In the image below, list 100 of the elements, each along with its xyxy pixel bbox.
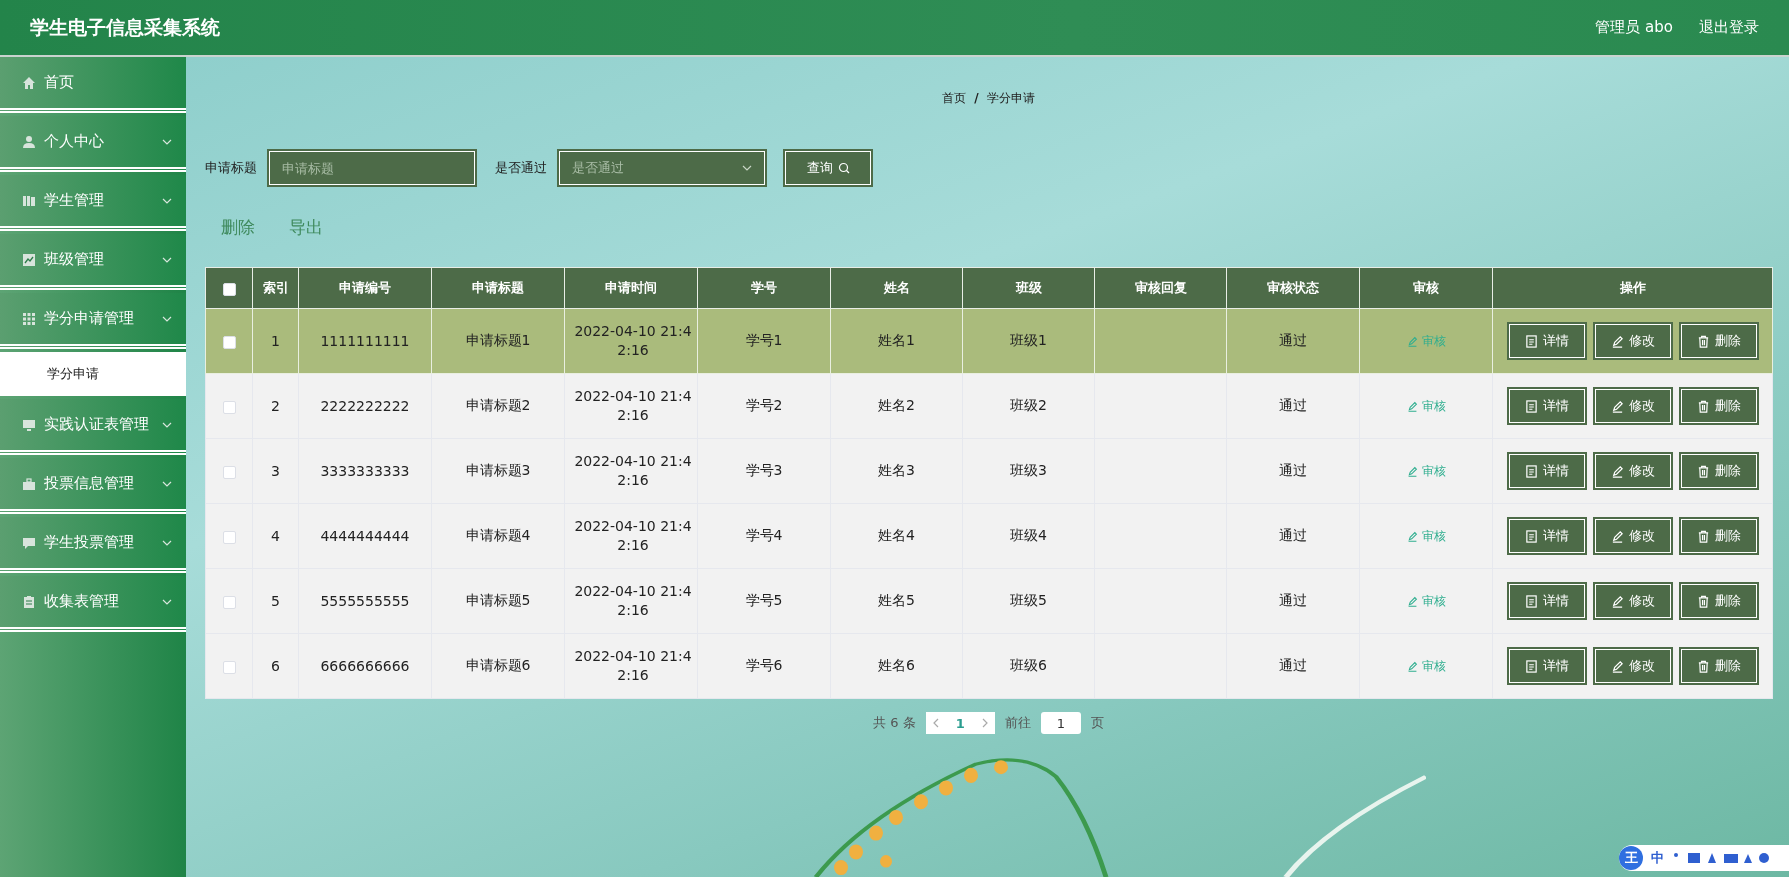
search-button[interactable]: 查询 bbox=[785, 151, 871, 185]
document-icon bbox=[1524, 464, 1538, 478]
row-action-button[interactable]: 修改 bbox=[1594, 584, 1671, 618]
column-header: 操作 bbox=[1492, 267, 1773, 309]
column-header: 申请编号 bbox=[298, 267, 432, 309]
row-action-button[interactable]: 修改 bbox=[1594, 454, 1671, 488]
sidebar-submenu-item[interactable]: 学分申请 bbox=[0, 352, 186, 396]
sidebar-menu-item[interactable]: 收集表管理 bbox=[0, 576, 186, 632]
column-header: 班级 bbox=[962, 267, 1095, 309]
column-header: 索引 bbox=[252, 267, 299, 309]
row-action-button[interactable]: 修改 bbox=[1594, 389, 1671, 423]
page-number[interactable]: 1 bbox=[955, 715, 965, 731]
app-title: 学生电子信息采集系统 bbox=[30, 14, 220, 40]
row-action-button[interactable]: 修改 bbox=[1594, 519, 1671, 553]
row-action-button[interactable]: 删除 bbox=[1680, 584, 1757, 618]
menu-icon bbox=[22, 134, 36, 149]
time-cell-text: 2022-04-10 21:42:16 bbox=[573, 647, 693, 685]
pencil-icon bbox=[1610, 334, 1624, 348]
sidebar-menu-item[interactable]: 实践认证表管理 bbox=[0, 399, 186, 455]
search-icon bbox=[837, 162, 850, 174]
pencil-icon bbox=[1406, 335, 1418, 347]
select-field[interactable]: 是否通过 bbox=[559, 151, 765, 185]
sidebar-menu-item[interactable]: 学生投票管理 bbox=[0, 517, 186, 573]
row-action-button[interactable]: 详情 bbox=[1508, 519, 1585, 553]
table-cell: 6666666666 bbox=[298, 633, 432, 699]
page-suffix: 页 bbox=[1090, 714, 1104, 732]
ime-mode[interactable]: 中 bbox=[1651, 849, 1664, 867]
table-cell: 申请标题2 bbox=[431, 373, 565, 439]
row-action-button[interactable]: 删除 bbox=[1680, 519, 1757, 553]
row-action-button[interactable]: 详情 bbox=[1508, 389, 1585, 423]
breadcrumb-item[interactable]: 首页 bbox=[942, 89, 967, 107]
ime-logo[interactable]: 王 bbox=[1619, 846, 1643, 870]
sidebar-menu-item[interactable]: 班级管理 bbox=[0, 234, 186, 290]
input-field[interactable]: 申请标题 bbox=[269, 151, 475, 185]
time-cell-text: 2022-04-10 21:42:16 bbox=[573, 517, 693, 555]
sidebar-menu-item[interactable]: 首页 bbox=[0, 57, 186, 113]
menu-icon bbox=[22, 535, 36, 550]
row-checkbox[interactable] bbox=[222, 465, 236, 479]
table-cell: 学号1 bbox=[697, 308, 831, 374]
row-checkbox[interactable] bbox=[222, 660, 236, 674]
sidebar-menu-item[interactable]: 个人中心 bbox=[0, 116, 186, 172]
prev-page-icon[interactable] bbox=[931, 718, 940, 728]
menu-icon bbox=[22, 594, 36, 609]
breadcrumb-separator: / bbox=[974, 91, 979, 105]
status-cell: 通过 bbox=[1226, 438, 1360, 504]
select-all-checkbox[interactable] bbox=[222, 282, 236, 296]
row-action-button[interactable]: 删除 bbox=[1680, 389, 1757, 423]
user-label: 管理员 abo bbox=[1595, 18, 1673, 37]
logout-link[interactable]: 退出登录 bbox=[1699, 18, 1759, 37]
row-action-button[interactable]: 详情 bbox=[1508, 454, 1585, 488]
pencil-icon bbox=[1610, 529, 1624, 543]
index-cell: 2 bbox=[252, 373, 299, 439]
field-label: 申请标题 bbox=[205, 159, 257, 177]
pencil-icon bbox=[1610, 659, 1624, 673]
row-action-button[interactable]: 删除 bbox=[1680, 324, 1757, 358]
sidebar-menu-item[interactable]: 投票信息管理 bbox=[0, 458, 186, 514]
column-header: 学号 bbox=[697, 267, 831, 309]
table-cell: 姓名5 bbox=[830, 568, 963, 634]
page-input[interactable]: 1 bbox=[1040, 712, 1081, 734]
row-action-button[interactable]: 删除 bbox=[1680, 649, 1757, 683]
table-cell: 5555555555 bbox=[298, 568, 432, 634]
table-cell: 2222222222 bbox=[298, 373, 432, 439]
row-action-button[interactable]: 修改 bbox=[1594, 324, 1671, 358]
status-cell: 通过 bbox=[1226, 633, 1360, 699]
sidebar-menu-item[interactable]: 学分申请管理 bbox=[0, 293, 186, 349]
trash-icon bbox=[1696, 594, 1710, 608]
index-cell: 4 bbox=[252, 503, 299, 569]
table-cell: 学号3 bbox=[697, 438, 831, 504]
row-checkbox[interactable] bbox=[222, 595, 236, 609]
table-cell: 学号4 bbox=[697, 503, 831, 569]
table-cell: 学号6 bbox=[697, 633, 831, 699]
status-cell: 通过 bbox=[1226, 308, 1360, 374]
trash-icon bbox=[1696, 529, 1710, 543]
table-cell: 1111111111 bbox=[298, 308, 432, 374]
table-cell: 班级6 bbox=[962, 633, 1095, 699]
row-action-button[interactable]: 删除 bbox=[1680, 454, 1757, 488]
column-header: 申请时间 bbox=[564, 267, 698, 309]
row-checkbox[interactable] bbox=[222, 400, 236, 414]
index-cell: 6 bbox=[252, 633, 299, 699]
menu-icon bbox=[22, 252, 36, 267]
table-cell: 姓名4 bbox=[830, 503, 963, 569]
row-action-button[interactable]: 修改 bbox=[1594, 649, 1671, 683]
row-checkbox[interactable] bbox=[222, 335, 236, 349]
pencil-icon bbox=[1610, 594, 1624, 608]
row-checkbox[interactable] bbox=[222, 530, 236, 544]
trash-icon bbox=[1696, 334, 1710, 348]
table-cell: 班级1 bbox=[962, 308, 1095, 374]
next-page-icon[interactable] bbox=[980, 718, 989, 728]
row-action-button[interactable]: 详情 bbox=[1508, 324, 1585, 358]
table-cell: 班级4 bbox=[962, 503, 1095, 569]
index-cell: 5 bbox=[252, 568, 299, 634]
time-cell-text: 2022-04-10 21:42:16 bbox=[573, 322, 693, 360]
table-cell: 学号5 bbox=[697, 568, 831, 634]
row-action-button[interactable]: 详情 bbox=[1508, 649, 1585, 683]
time-cell-text: 2022-04-10 21:42:16 bbox=[573, 452, 693, 490]
row-action-button[interactable]: 详情 bbox=[1508, 584, 1585, 618]
pencil-icon bbox=[1610, 464, 1624, 478]
sidebar-menu-item[interactable]: 学生管理 bbox=[0, 175, 186, 231]
table-cell: 申请标题3 bbox=[431, 438, 565, 504]
table-cell: 申请标题5 bbox=[431, 568, 565, 634]
